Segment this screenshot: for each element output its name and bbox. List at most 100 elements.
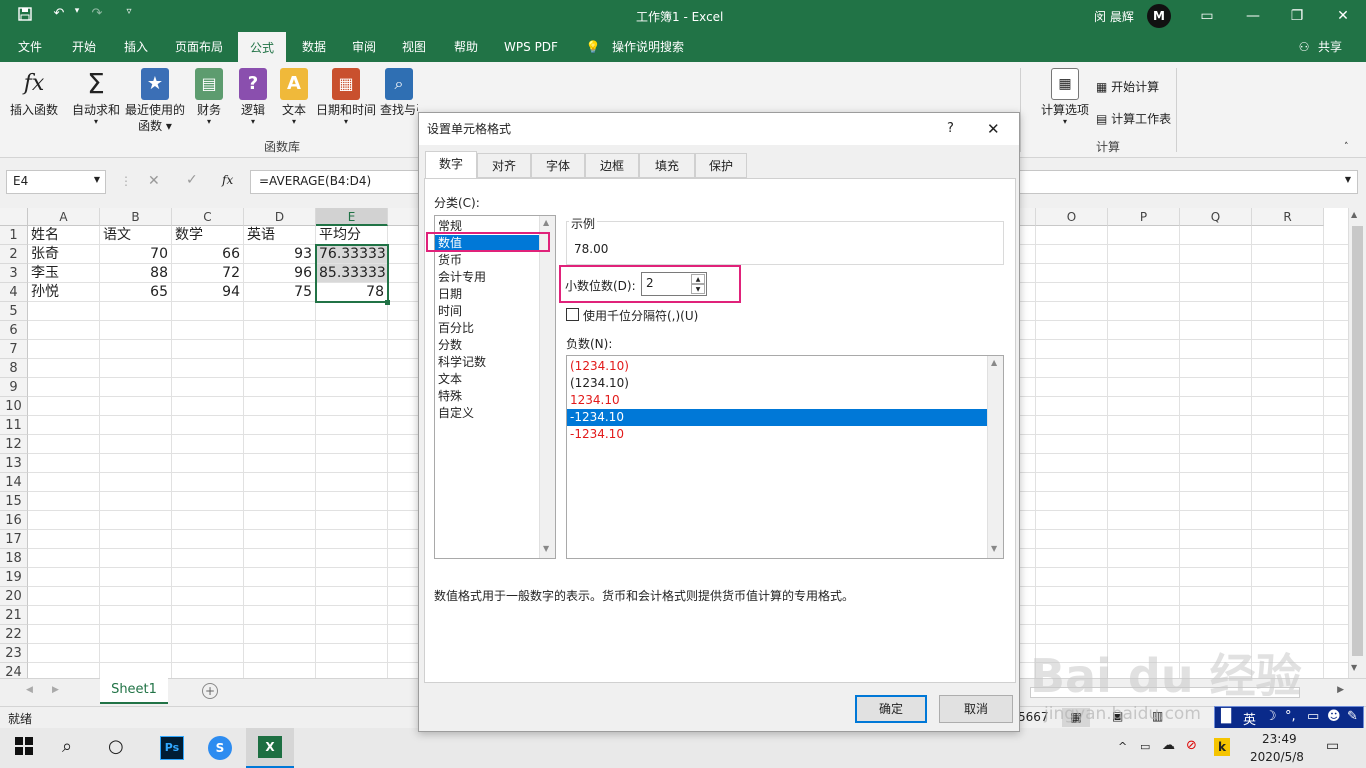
category-item[interactable]: 日期: [435, 286, 539, 303]
cell-right[interactable]: [1108, 606, 1180, 625]
cortana-icon[interactable]: ○: [108, 736, 132, 760]
negative-option-4[interactable]: -1234.10: [567, 409, 987, 426]
cell-c12[interactable]: [172, 435, 244, 454]
cell-a3[interactable]: 李玉: [28, 264, 100, 283]
cell-right-edge[interactable]: [1018, 568, 1036, 587]
cell-right[interactable]: [1108, 359, 1180, 378]
cell-c5[interactable]: [172, 302, 244, 321]
cell-right[interactable]: [1252, 587, 1324, 606]
cell-right[interactable]: [1324, 321, 1348, 340]
row-header-14[interactable]: 14: [0, 473, 28, 492]
cell-e19[interactable]: [316, 568, 388, 587]
cell-c9[interactable]: [172, 378, 244, 397]
column-header-e[interactable]: E: [316, 208, 388, 226]
cell-e7[interactable]: [316, 340, 388, 359]
clock-date[interactable]: 2020/5/8: [1250, 750, 1304, 764]
cell-right[interactable]: [1180, 625, 1252, 644]
cell-right[interactable]: [1036, 302, 1108, 321]
cell-right[interactable]: [1108, 568, 1180, 587]
cell-right[interactable]: [1180, 587, 1252, 606]
avatar[interactable]: M: [1147, 4, 1171, 28]
dialog-tab-font[interactable]: 字体: [531, 153, 585, 178]
formula-input[interactable]: =AVERAGE(B4:D4): [250, 170, 418, 194]
row-header-4[interactable]: 4: [0, 283, 28, 302]
cell-e5[interactable]: [316, 302, 388, 321]
cell-f5[interactable]: [388, 302, 418, 321]
next-sheet-icon[interactable]: ▶: [52, 685, 59, 695]
ime-toolbar[interactable]: █ 英 ☽ °, ▭ ☻ ✎: [1214, 706, 1364, 730]
cell-right[interactable]: [1108, 378, 1180, 397]
cell-a2[interactable]: 张奇: [28, 245, 100, 264]
cell-f6[interactable]: [388, 321, 418, 340]
cell-e17[interactable]: [316, 530, 388, 549]
cell-right-edge[interactable]: [1018, 359, 1036, 378]
cell-right[interactable]: [1180, 245, 1252, 264]
h-scroll-track[interactable]: [1030, 687, 1300, 698]
cell-e22[interactable]: [316, 625, 388, 644]
tab-formulas[interactable]: 公式: [238, 32, 286, 62]
cell-right[interactable]: [1108, 549, 1180, 568]
cell-b9[interactable]: [100, 378, 172, 397]
category-item[interactable]: 分数: [435, 337, 539, 354]
column-header-f[interactable]: [388, 208, 418, 226]
cell-e13[interactable]: [316, 454, 388, 473]
cell-b12[interactable]: [100, 435, 172, 454]
cell-a12[interactable]: [28, 435, 100, 454]
cell-b5[interactable]: [100, 302, 172, 321]
cell-right[interactable]: [1252, 644, 1324, 663]
row-header-18[interactable]: 18: [0, 549, 28, 568]
cell-right[interactable]: [1108, 530, 1180, 549]
sogou-icon[interactable]: S: [208, 736, 232, 760]
cell-right[interactable]: [1180, 435, 1252, 454]
dialog-tab-fill[interactable]: 填充: [639, 153, 695, 178]
dialog-tab-alignment[interactable]: 对齐: [477, 153, 531, 178]
logical-button[interactable]: ? 逻辑 ▾: [234, 68, 272, 126]
thousands-separator-checkbox[interactable]: [566, 308, 579, 321]
cell-a22[interactable]: [28, 625, 100, 644]
cell-right-edge[interactable]: [1018, 511, 1036, 530]
row-header-19[interactable]: 19: [0, 568, 28, 587]
cell-d18[interactable]: [244, 549, 316, 568]
cell-b3[interactable]: 88: [100, 264, 172, 283]
cell-right[interactable]: [1252, 606, 1324, 625]
cell-b17[interactable]: [100, 530, 172, 549]
cell-f19[interactable]: [388, 568, 418, 587]
row-header-3[interactable]: 3: [0, 264, 28, 283]
cell-right[interactable]: [1324, 283, 1348, 302]
clock-time[interactable]: 23:49: [1262, 732, 1297, 746]
cell-right-edge[interactable]: [1018, 245, 1036, 264]
cell-right[interactable]: [1180, 473, 1252, 492]
cell-b2[interactable]: 70: [100, 245, 172, 264]
cell-d2[interactable]: 93: [244, 245, 316, 264]
cell-right[interactable]: [1036, 378, 1108, 397]
ime-moon-icon[interactable]: ☽: [1265, 709, 1277, 724]
cell-c22[interactable]: [172, 625, 244, 644]
ribbon-display-icon[interactable]: ▭: [1184, 0, 1230, 32]
cell-right[interactable]: [1036, 492, 1108, 511]
decimal-decrease-icon[interactable]: ▼: [691, 284, 705, 294]
cell-right[interactable]: [1180, 321, 1252, 340]
cell-c4[interactable]: 94: [172, 283, 244, 302]
cell-a6[interactable]: [28, 321, 100, 340]
cell-a21[interactable]: [28, 606, 100, 625]
column-header-c[interactable]: C: [172, 208, 244, 226]
cell-a13[interactable]: [28, 454, 100, 473]
cell-right[interactable]: [1180, 226, 1252, 245]
user-name[interactable]: 闵 晨辉: [1094, 8, 1134, 25]
cell-right[interactable]: [1324, 530, 1348, 549]
cell-right[interactable]: [1036, 511, 1108, 530]
cell-d13[interactable]: [244, 454, 316, 473]
cell-f3[interactable]: [388, 264, 418, 283]
cell-f11[interactable]: [388, 416, 418, 435]
cell-c11[interactable]: [172, 416, 244, 435]
text-button[interactable]: A 文本 ▾: [276, 68, 312, 126]
worksheet-grid-right[interactable]: O P Q R: [1018, 208, 1348, 678]
cell-right[interactable]: [1252, 340, 1324, 359]
cell-right[interactable]: [1180, 378, 1252, 397]
insert-fx-icon[interactable]: fx: [222, 173, 233, 187]
cell-c21[interactable]: [172, 606, 244, 625]
cell-d19[interactable]: [244, 568, 316, 587]
cell-c20[interactable]: [172, 587, 244, 606]
cell-right-edge[interactable]: [1018, 549, 1036, 568]
cell-right[interactable]: [1180, 663, 1252, 678]
